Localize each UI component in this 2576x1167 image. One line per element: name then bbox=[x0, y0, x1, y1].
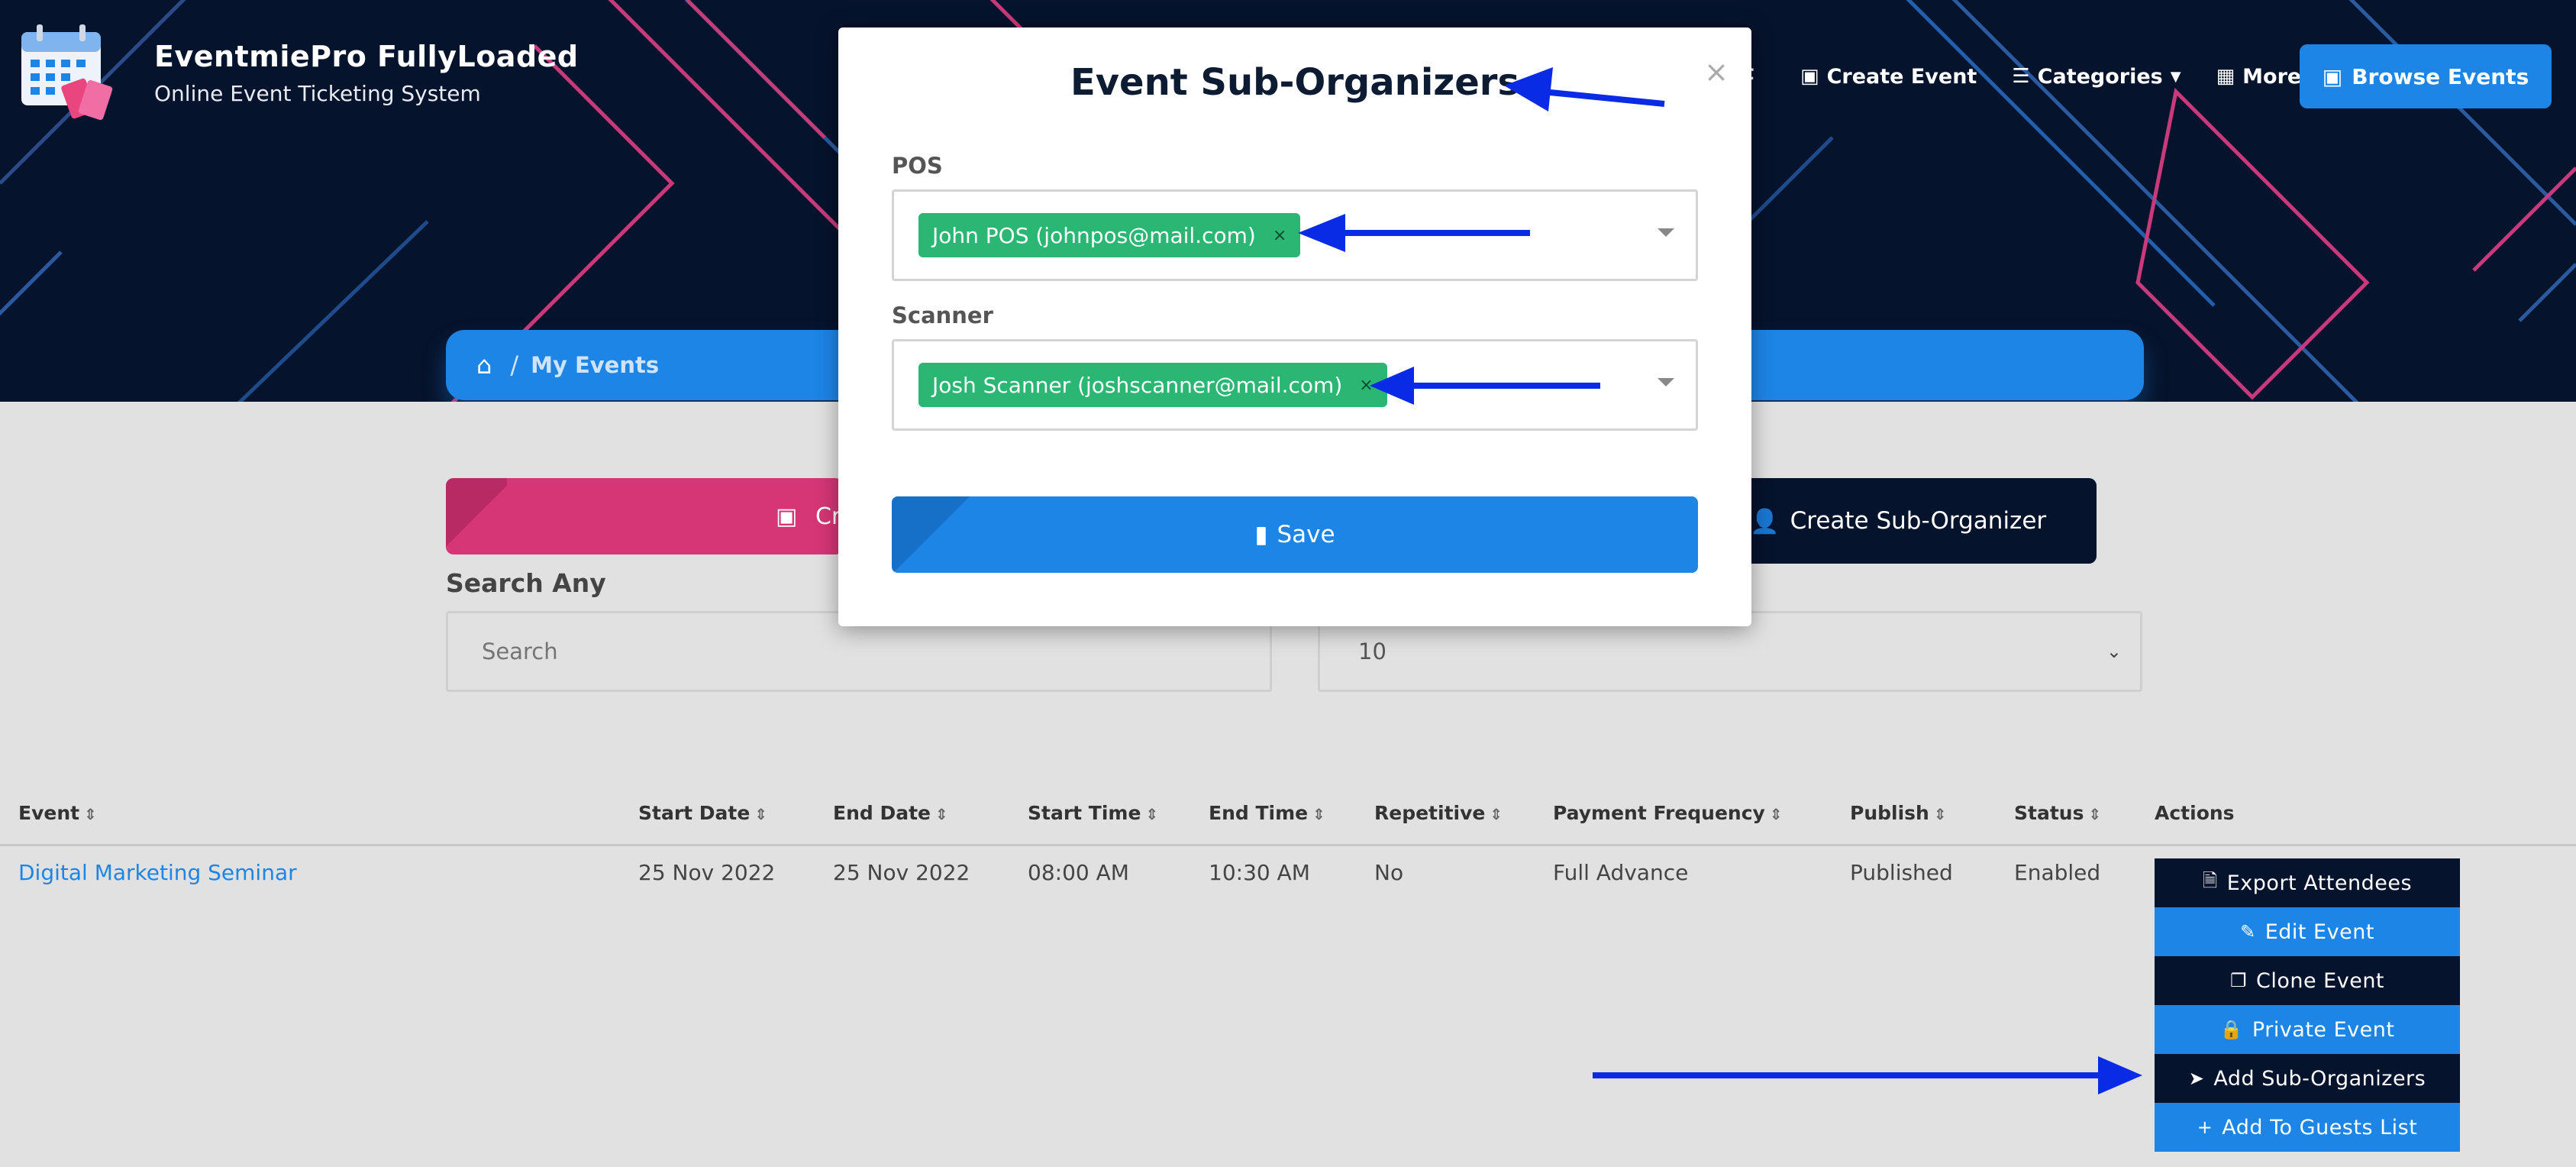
arrow-head-add-sub-organizers bbox=[2098, 1056, 2142, 1094]
arrow-head-title bbox=[1504, 67, 1553, 112]
annotation-arrows bbox=[1298, 67, 2142, 1094]
arrow-title bbox=[1541, 89, 1665, 107]
arrow-head-scanner bbox=[1370, 367, 1414, 405]
arrow-head-pos bbox=[1298, 214, 1345, 252]
